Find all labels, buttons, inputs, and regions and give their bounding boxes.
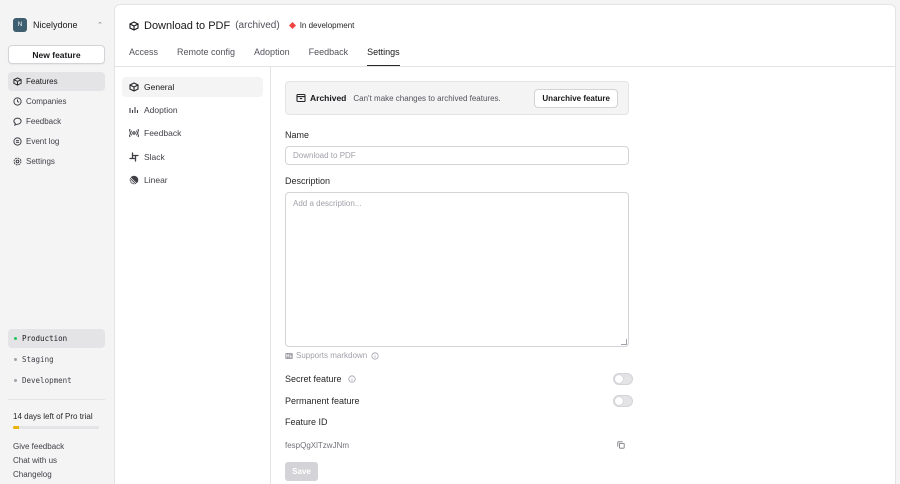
sidebar-item-settings[interactable]: Settings — [8, 152, 105, 171]
copy-icon[interactable] — [617, 441, 625, 449]
env-item-production[interactable]: Production — [8, 329, 105, 348]
info-icon — [371, 351, 379, 360]
secret-feature-row: Secret feature — [285, 372, 633, 386]
sidebar-item-label: Event log — [26, 137, 60, 146]
tab-remote-config[interactable]: Remote config — [177, 41, 235, 67]
name-input[interactable] — [285, 146, 629, 165]
resize-handle-icon[interactable] — [621, 339, 627, 345]
description-textarea[interactable] — [285, 192, 629, 347]
subnav-item-feedback[interactable]: Feedback — [122, 123, 263, 143]
feature-id-row: fespQgXlTzwJNm — [285, 438, 625, 452]
archived-tag: (archived) — [235, 20, 280, 31]
env-status-dot — [14, 337, 17, 340]
settings-subnav: General Adoption Feedback Slack Linear — [115, 67, 271, 484]
subnav-label: Feedback — [144, 128, 182, 138]
subnav-label: General — [144, 82, 175, 92]
description-wrapper — [285, 192, 629, 347]
description-label: Description — [285, 176, 331, 186]
page-title: Download to PDF — [144, 19, 231, 32]
info-icon[interactable] — [347, 375, 356, 383]
tab-access[interactable]: Access — [129, 41, 158, 67]
save-button[interactable]: Save — [285, 462, 318, 481]
unarchive-button[interactable]: Unarchive feature — [534, 89, 618, 108]
archive-icon — [296, 93, 306, 103]
sidebar-item-label: Features — [26, 77, 58, 86]
subnav-item-slack[interactable]: Slack — [122, 147, 263, 167]
subnav-label: Slack — [144, 152, 165, 162]
sidebar: N Nicelydone ⌃ New feature Features Comp… — [0, 0, 114, 484]
trial-progress-bar — [13, 426, 99, 429]
permanent-feature-row: Permanent feature — [285, 394, 633, 408]
new-feature-button[interactable]: New feature — [8, 45, 105, 64]
sidebar-footer-links: Give feedback Chat with us Changelog — [13, 442, 64, 484]
subnav-label: Linear — [144, 175, 168, 185]
bar-chart-icon — [129, 107, 139, 113]
chat-with-us-link[interactable]: Chat with us — [13, 456, 64, 470]
chevron-up-down-icon: ⌃ — [97, 21, 103, 29]
secret-feature-toggle[interactable] — [613, 373, 633, 385]
environment-list: Production Staging Development — [8, 329, 105, 392]
sidebar-item-label: Companies — [26, 97, 67, 106]
markdown-hint: Supports markdown — [285, 351, 382, 360]
trial-text: 14 days left of Pro trial — [13, 412, 93, 421]
trial-progress-fill — [13, 426, 20, 429]
sidebar-item-features[interactable]: Features — [8, 72, 105, 91]
permanent-feature-label: Permanent feature — [285, 396, 360, 406]
status-diamond-icon — [288, 21, 296, 30]
box-icon — [129, 82, 139, 92]
changelog-link[interactable]: Changelog — [13, 470, 64, 484]
markdown-icon — [285, 352, 293, 359]
box-icon — [13, 77, 22, 86]
tab-adoption[interactable]: Adoption — [254, 41, 290, 67]
env-status-dot — [14, 379, 17, 382]
subnav-item-adoption[interactable]: Adoption — [122, 100, 263, 120]
give-feedback-link[interactable]: Give feedback — [13, 442, 64, 456]
workspace-avatar: N — [13, 17, 27, 32]
feature-id-value: fespQgXlTzwJNm — [285, 440, 350, 450]
subnav-label: Adoption — [144, 105, 178, 115]
env-status-dot — [14, 358, 17, 361]
sidebar-item-label: Feedback — [26, 117, 62, 126]
env-label: Development — [22, 376, 72, 385]
env-label: Staging — [22, 355, 54, 364]
main-panel: Download to PDF (archived) In developmen… — [114, 4, 896, 484]
markdown-hint-text: Supports markdown — [296, 351, 368, 360]
banner-title: Archived — [310, 93, 347, 103]
secret-feature-label: Secret feature — [285, 374, 342, 384]
workspace-name: Nicelydone — [33, 19, 78, 30]
linear-icon — [129, 175, 139, 185]
gear-icon — [13, 157, 22, 166]
tab-settings[interactable]: Settings — [367, 41, 400, 67]
feature-tabs: Access Remote config Adoption Feedback S… — [129, 41, 419, 67]
sidebar-item-event-log[interactable]: Event log — [8, 132, 105, 151]
clock-icon — [13, 97, 22, 106]
list-icon — [13, 137, 22, 146]
slack-icon — [129, 152, 139, 162]
feature-header: Download to PDF (archived) In developmen… — [129, 18, 354, 33]
env-label: Production — [22, 334, 68, 343]
subnav-item-general[interactable]: General — [122, 77, 263, 97]
workspace-switcher[interactable]: N Nicelydone ⌃ — [13, 17, 103, 32]
permanent-feature-toggle[interactable] — [613, 395, 633, 407]
name-label: Name — [285, 130, 310, 140]
status-label: In development — [299, 21, 355, 30]
env-item-staging[interactable]: Staging — [8, 350, 105, 369]
feature-id-label: Feature ID — [285, 417, 328, 427]
sidebar-item-feedback[interactable]: Feedback — [8, 112, 105, 131]
chat-icon — [13, 117, 22, 126]
box-icon — [129, 20, 139, 31]
env-item-development[interactable]: Development — [8, 371, 105, 390]
tab-feedback[interactable]: Feedback — [309, 41, 349, 67]
sidebar-divider — [8, 399, 105, 400]
sidebar-item-label: Settings — [26, 157, 55, 166]
banner-text: Can't make changes to archived features. — [353, 93, 501, 103]
status-badge[interactable]: In development — [288, 21, 355, 30]
sidebar-item-companies[interactable]: Companies — [8, 92, 105, 111]
subnav-item-linear[interactable]: Linear — [122, 170, 263, 190]
sidebar-nav: Features Companies Feedback Event log Se… — [8, 72, 105, 172]
archived-banner: Archived Can't make changes to archived … — [285, 81, 629, 115]
broadcast-icon — [129, 128, 139, 138]
